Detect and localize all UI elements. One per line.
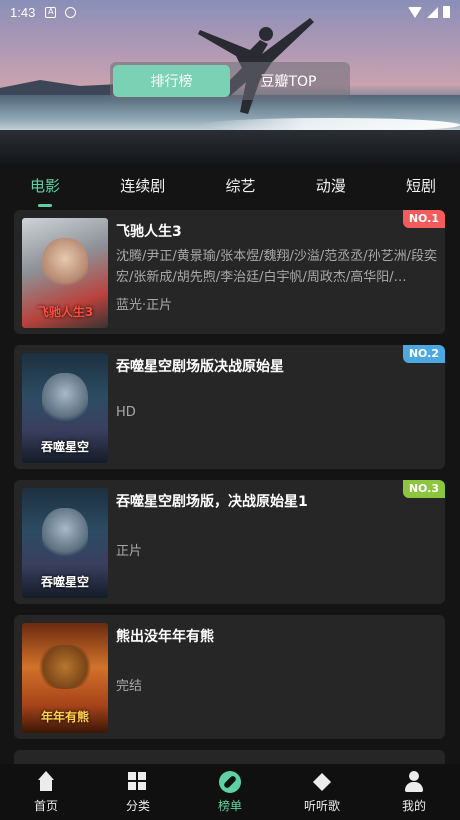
item-title: 吞噬星空剧场版，决战原始星1: [116, 494, 308, 510]
poster-image: 年年有熊: [22, 623, 108, 733]
settings-gear-icon: [65, 6, 77, 18]
nav-music[interactable]: 听听歌: [276, 764, 368, 820]
nav-category-label: 分类: [125, 798, 150, 813]
nav-category[interactable]: 分类: [92, 764, 184, 820]
signal-icon: [427, 6, 438, 18]
poster-figure: [42, 373, 88, 425]
item-status: 正片: [116, 544, 143, 559]
nav-ranking-label: 榜单: [217, 798, 242, 813]
category-tabs: 电影 连续剧 综艺 动漫 短剧: [0, 163, 460, 207]
toggle-ranking[interactable]: 排行榜: [113, 65, 230, 97]
list-item[interactable]: 吞噬星空 吞噬星空剧场版，决战原始星1 正片 NO.3: [14, 480, 445, 604]
list-item[interactable]: 飞驰人生3 飞驰人生3 沈腾/尹正/黄景瑜/张本煜/魏翔/沙溢/范丞丞/孙艺洲/…: [14, 210, 445, 334]
poster-title: 吞噬星空: [40, 575, 89, 589]
item-cast: 沈腾/尹正/黄景瑜/张本煜/魏翔/沙溢/范丞丞/孙艺洲/段奕宏/张新成/胡先煦/…: [116, 249, 438, 285]
poster-image: 飞驰人生3: [22, 218, 108, 328]
poster-title: 年年有熊: [40, 710, 89, 724]
tab-variety[interactable]: 综艺: [225, 175, 255, 196]
nav-profile[interactable]: 我的: [368, 764, 460, 820]
nav-profile-label: 我的: [401, 798, 426, 813]
tab-series[interactable]: 连续剧: [120, 175, 165, 196]
cube-icon: [311, 771, 333, 793]
battery-icon: [443, 6, 450, 18]
rank-badge: NO.1: [402, 210, 445, 228]
ranking-list: 飞驰人生3 飞驰人生3 沈腾/尹正/黄景瑜/张本煜/魏翔/沙溢/范丞丞/孙艺洲/…: [14, 210, 446, 770]
poster-figure: [36, 645, 94, 689]
wifi-icon: [408, 6, 422, 18]
tab-short-drama[interactable]: 短剧: [406, 175, 436, 196]
toggle-douban-top[interactable]: 豆瓣TOP: [230, 65, 347, 97]
poster-image: 吞噬星空: [22, 488, 108, 598]
rank-badge: NO.2: [402, 345, 445, 363]
rank-badge: NO.3: [402, 480, 445, 498]
item-title: 吞噬星空剧场版决战原始星: [116, 359, 284, 375]
compass-icon: [219, 770, 241, 793]
poster-figure: [42, 238, 88, 290]
tab-anime[interactable]: 动漫: [316, 175, 346, 196]
list-item[interactable]: 吞噬星空 吞噬星空剧场版决战原始星 HD NO.2: [14, 345, 445, 469]
status-bar: 1:43 A: [0, 0, 460, 24]
status-time: 1:43: [10, 4, 36, 20]
person-icon: [403, 770, 425, 793]
nav-music-label: 听听歌: [303, 798, 340, 813]
grid-icon: [127, 771, 149, 793]
item-title: 飞驰人生3: [116, 224, 182, 240]
nav-home[interactable]: 首页: [0, 764, 92, 820]
bottom-navigation: 首页 分类 榜单 听听歌 我的: [0, 764, 460, 820]
item-status: HD: [116, 405, 136, 420]
tab-movie[interactable]: 电影: [30, 175, 60, 207]
notification-a-icon: A: [45, 6, 57, 18]
item-status: 蓝光·正片: [116, 298, 173, 313]
poster-image: 吞噬星空: [22, 353, 108, 463]
poster-title: 吞噬星空: [40, 440, 89, 454]
beach-background: [0, 130, 460, 163]
item-status: 完结: [116, 679, 143, 694]
hero-banner: 1:43 A 排行榜 豆瓣TOP: [0, 0, 460, 163]
home-icon: [35, 770, 57, 793]
ranking-source-toggle: 排行榜 豆瓣TOP: [110, 62, 350, 100]
list-item[interactable]: 年年有熊 熊出没年年有熊 完结: [14, 615, 445, 739]
nav-ranking[interactable]: 榜单: [184, 764, 276, 820]
nav-home-label: 首页: [33, 798, 58, 813]
poster-figure: [42, 508, 88, 560]
poster-title: 飞驰人生3: [36, 305, 94, 319]
item-title: 熊出没年年有熊: [116, 629, 214, 645]
